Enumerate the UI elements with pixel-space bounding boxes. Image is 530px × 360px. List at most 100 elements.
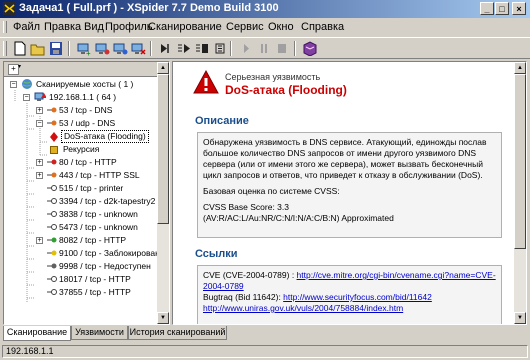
vulnerability-red-icon: [49, 131, 59, 146]
remove-host-icon[interactable]: [130, 41, 146, 56]
detail-scrollbar[interactable]: ▲ ▼: [514, 62, 526, 324]
new-file-icon[interactable]: [12, 41, 28, 56]
cvss-heading: Базовая оценка по системе CVSS:: [203, 186, 340, 196]
toolbar-separator: [230, 41, 232, 56]
tree-host-label: 192.168.1.1 ( 64 ): [49, 92, 117, 102]
tree-port-label: 515 / tcp - printer: [59, 183, 124, 193]
cvss-vector: (AV:R/AC:L/Au:NR/C:N/I:N/A:C/B:N) Approx…: [203, 213, 394, 223]
scroll-thumb[interactable]: [157, 74, 169, 224]
tree-port-label: 3394 / tcp - d2k-tapestry2: [59, 196, 156, 206]
cve-reference: CVE (CVE-2004-0789) : http://cve.mitre.o…: [203, 270, 496, 292]
expand-icon[interactable]: +: [36, 172, 43, 179]
host-alert-icon: [34, 91, 47, 107]
menu-service[interactable]: Сервис: [226, 21, 264, 33]
tree-port-label: 443 / tcp - HTTP SSL: [59, 170, 140, 180]
vulnerability-title: DoS-атака (Flooding): [225, 83, 347, 97]
globe-icon: [21, 78, 33, 94]
scroll-down-button[interactable]: ▼: [157, 312, 169, 324]
collapse-icon[interactable]: −: [23, 94, 30, 101]
play-icon[interactable]: [238, 41, 254, 56]
vulnerability-database-icon[interactable]: [302, 41, 318, 56]
toolbar-grip: [3, 41, 7, 56]
save-icon[interactable]: [48, 41, 64, 56]
description-text: Обнаружена уязвимость в DNS сервисе. Ата…: [203, 137, 487, 180]
minimize-button[interactable]: _: [480, 2, 494, 15]
links-box: CVE (CVE-2004-0789) : http://cve.mitre.o…: [197, 265, 502, 324]
tree-port-label: 53 / udp - DNS: [59, 118, 116, 128]
menu-bar: Файл Правка Вид Профиль Сканирование Сер…: [0, 18, 530, 36]
tree-vulnerability-label: DoS-атака (Flooding): [61, 130, 149, 143]
scroll-up-button[interactable]: ▲: [157, 62, 169, 74]
tree-header-dropdown-icon[interactable]: ▾: [18, 63, 21, 70]
scan-selected-icon[interactable]: [194, 41, 210, 56]
xspider-app-icon: [3, 2, 16, 15]
scan-all-icon[interactable]: [176, 41, 192, 56]
tab-scanning[interactable]: Сканирование: [3, 326, 71, 341]
open-folder-icon[interactable]: [30, 41, 46, 56]
menu-help[interactable]: Справка: [301, 21, 344, 33]
scroll-thumb[interactable]: [514, 74, 526, 249]
status-bar: 192.168.1.1: [0, 343, 530, 360]
menu-view[interactable]: Вид: [84, 21, 104, 33]
tree-port-label: 5473 / tcp - unknown: [59, 222, 138, 232]
tab-scan-history[interactable]: История сканирований: [128, 326, 227, 340]
tree-header: + ▾: [4, 62, 169, 77]
bugtraq-reference: Bugtraq (Bid 11642): http://www.security…: [203, 292, 496, 303]
add-host-icon[interactable]: +: [76, 41, 92, 56]
tree-port-label: 9100 / tcp - Заблокирован: [59, 248, 160, 258]
menu-profile[interactable]: Профиль: [105, 21, 153, 33]
cvss-score: CVSS Base Score: 3.3: [203, 202, 289, 212]
severity-label: Серьезная уязвимость: [225, 72, 321, 82]
tree-port-label: 8082 / tcp - HTTP: [59, 235, 127, 245]
menu-edit[interactable]: Правка: [44, 21, 81, 33]
scroll-up-button[interactable]: ▲: [514, 62, 526, 74]
toolbar-separator: [150, 41, 152, 56]
warning-triangle-icon: [193, 70, 219, 94]
tab-vulnerabilities[interactable]: Уязвимости: [71, 326, 128, 340]
collapse-icon[interactable]: −: [10, 81, 17, 88]
menu-scan[interactable]: Сканирование: [148, 21, 222, 33]
tree-root-label: Сканируемые хосты ( 1 ): [36, 79, 134, 89]
description-heading: Описание: [195, 115, 249, 127]
menu-grip: [3, 21, 7, 33]
tree-port-label: 9998 / tcp - Недоступен: [59, 261, 151, 271]
collapse-icon[interactable]: −: [36, 120, 43, 127]
menu-file[interactable]: Файл: [13, 21, 40, 33]
edit-host-icon[interactable]: [112, 41, 128, 56]
start-scan-icon[interactable]: [158, 41, 174, 56]
scroll-down-button[interactable]: ▼: [514, 312, 526, 324]
cve-prefix: CVE (CVE-2004-0789) :: [203, 270, 297, 280]
maximize-button[interactable]: □: [495, 2, 509, 15]
pause-icon[interactable]: [256, 41, 272, 56]
add-range-icon[interactable]: [94, 41, 110, 56]
uniras-link[interactable]: http://www.uniras.gov.uk/vuls/2004/75888…: [203, 303, 403, 313]
expand-icon[interactable]: +: [36, 107, 43, 114]
toolbar-separator: [68, 41, 70, 56]
tree-port-label: 18017 / tcp - HTTP: [59, 274, 131, 284]
vulnerability-detail-panel: Серьезная уязвимость DoS-атака (Flooding…: [172, 61, 527, 325]
tree-scrollbar[interactable]: ▲ ▼: [157, 62, 169, 324]
svg-text:+: +: [86, 49, 91, 56]
description-box: Обнаружена уязвимость в DNS сервисе. Ата…: [197, 132, 502, 238]
toolbar: +: [0, 37, 530, 59]
tree-port-label: 53 / tcp - DNS: [59, 105, 113, 115]
bugtraq-link[interactable]: http://www.securityfocus.com/bid/11642: [283, 292, 432, 302]
tree-port-label: 3838 / tcp - unknown: [59, 209, 138, 219]
stop-icon[interactable]: [274, 41, 290, 56]
port-open-icon: [46, 286, 58, 302]
tree-port-label: 37855 / tcp - HTTP: [59, 287, 131, 297]
hosts-tree-panel: + ▾ − Сканируемые хосты ( 1 ) − 192.168.…: [3, 61, 170, 325]
title-bar[interactable]: Задача1 ( Full.prf ) - XSpider 7.7 Demo …: [0, 0, 530, 18]
stop-list-icon[interactable]: [212, 41, 228, 56]
menu-window[interactable]: Окно: [268, 21, 294, 33]
status-text: 192.168.1.1: [2, 345, 528, 358]
info-note-icon: [50, 146, 58, 154]
tree-info-label: Рекурсия: [63, 144, 100, 154]
links-heading: Ссылки: [195, 248, 238, 260]
toolbar-separator: [294, 41, 296, 56]
expand-icon[interactable]: +: [36, 237, 43, 244]
expand-icon[interactable]: +: [36, 159, 43, 166]
close-button[interactable]: ×: [512, 2, 526, 15]
window-title: Задача1 ( Full.prf ) - XSpider 7.7 Demo …: [19, 2, 279, 14]
bugtraq-prefix: Bugtraq (Bid 11642):: [203, 292, 284, 302]
